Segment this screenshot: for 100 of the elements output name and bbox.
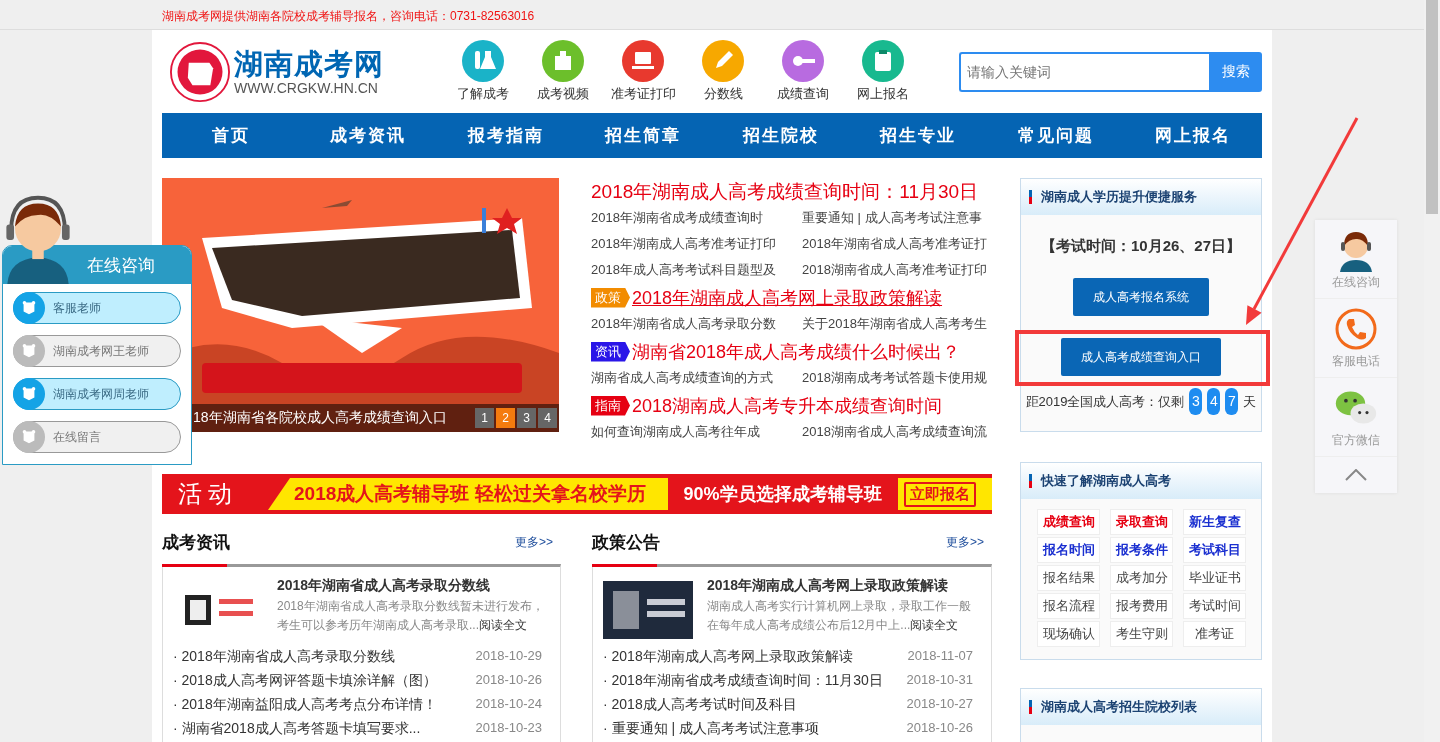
quick-link[interactable]: 报名结果 (1037, 565, 1100, 591)
more-link[interactable]: 更多>> (515, 533, 553, 551)
news-link[interactable]: 2018年成人高考考试科目题型及 (591, 257, 802, 283)
article-link[interactable]: · 2018成人高考网评答题卡填涂详解（图） (173, 668, 437, 692)
promo-banner[interactable]: 活动 2018成人高考辅导班 轻松过关拿名校学历 90%学员选择成考辅导班 立即报名 (162, 474, 992, 514)
article-link[interactable]: · 2018年湖南益阳成人高考考点分布详情！ (173, 692, 437, 716)
promo-tag: 活动 (162, 474, 268, 514)
news-link[interactable]: 重要通知 | 成人高考考试注意事 (802, 205, 992, 231)
site-url: WWW.CRGKW.HN.CN (234, 79, 379, 96)
phone-icon (1334, 306, 1378, 351)
more-link[interactable]: 更多>> (946, 533, 984, 551)
quick-link[interactable]: 现场确认 (1037, 621, 1100, 647)
panel-title: 快速了解湖南成人高考 (1041, 472, 1171, 490)
countdown-unit: 天 (1243, 392, 1257, 411)
article-link[interactable]: · 2018年湖南省成考成绩查询时间：11月30日 (603, 668, 883, 692)
agent-button[interactable]: 客服老师 (13, 292, 181, 324)
agent-button[interactable]: 湖南成考网王老师 (13, 335, 181, 367)
article-date: 2018-11-07 (907, 647, 973, 665)
quick-link[interactable]: 新生复查 (1183, 509, 1246, 535)
quick-link[interactable]: 报名流程 (1037, 593, 1100, 619)
news-link[interactable]: 2018年湖南成人高考准考证打印 (591, 231, 802, 257)
article-date: 2018-10-24 (475, 695, 542, 713)
avatar-icon (13, 335, 45, 367)
avatar-icon (13, 421, 45, 453)
nav-item[interactable]: 报考指南 (437, 113, 575, 158)
feature-summary: 2018年湖南省成人高考录取分数线暂未进行发布，考生可以参考历年湖南成人高考录取...阅读全文 (277, 598, 545, 634)
promo-text: 2018成人高考辅导班 轻松过关拿名校学历 (294, 482, 646, 506)
read-more-link[interactable]: 阅读全文 (910, 618, 959, 632)
service-button[interactable]: 成人高考成绩查询入口 (1061, 338, 1221, 376)
quick-link[interactable]: 报名时间 (1037, 537, 1100, 563)
news-link[interactable]: 如何查询湖南成人高考往年成 (591, 419, 802, 445)
agent-button[interactable]: 在线留言 (13, 421, 181, 453)
quick-link[interactable]: 考生守则 (1110, 621, 1173, 647)
read-more-link[interactable]: 阅读全文 (479, 618, 527, 632)
banner-caption[interactable]: 18年湖南省各院校成人高考成绩查询入口 (193, 409, 447, 427)
news-link[interactable]: 2018年湖南省成考成绩查询时 (591, 205, 802, 231)
shortcut-link[interactable]: 成绩查询 (763, 40, 843, 103)
news-link[interactable]: 2018年湖南省成人高考录取分数 (591, 311, 802, 337)
promo-slogan: 90%学员选择成考辅导班 (667, 478, 898, 510)
article-link[interactable]: · 湖南省2018成人高考答题卡填写要求... (173, 716, 421, 740)
headline-link[interactable]: 2018湖南成人高考专升本成绩查询时间 (632, 393, 943, 418)
article-date: 2018-10-26 (906, 719, 973, 737)
category-tag: 指南 (591, 395, 630, 416)
news-link[interactable]: 2018湖南省成人高考准考证打印 (802, 257, 992, 283)
chat-title: 在线咨询 (87, 254, 155, 277)
shortcut-link[interactable]: 了解成考 (443, 40, 523, 103)
headline-link[interactable]: 2018年湖南成人高考网上录取政策解读 (632, 285, 943, 310)
article-link[interactable]: · 2018年湖南成人高考网上录取政策解读 (603, 644, 853, 668)
shortcut-link[interactable]: 成考视频 (523, 40, 603, 103)
countdown-digit: 7 (1225, 388, 1239, 415)
article-link[interactable]: · 2018成人高考考试时间及科目 (603, 692, 797, 716)
nav-item[interactable]: 首页 (162, 113, 300, 158)
section-title: 成考资讯 (162, 531, 230, 554)
feature-title[interactable]: 2018年湖南成人高考网上录取政策解读 (707, 577, 981, 595)
headline-link[interactable]: 2018年湖南成人高考成绩查询时间：11月30日 (591, 178, 979, 205)
contact-notice: 湖南成考网提供湖南各院校成考辅导报名，咨询电话：0731-82563016 (162, 9, 535, 23)
quick-link[interactable]: 毕业证书 (1183, 565, 1246, 591)
news-link[interactable]: 2018年湖南省成人高考准考证打 (802, 231, 992, 257)
nav-item[interactable]: 招生简章 (574, 113, 712, 158)
promo-button[interactable]: 立即报名 (903, 481, 976, 507)
site-name[interactable]: 湖南成考网 (234, 47, 384, 80)
article-link[interactable]: · 重要通知 | 成人高考考试注意事项 (603, 716, 819, 740)
quick-link[interactable]: 报考条件 (1110, 537, 1173, 563)
agent-button[interactable]: 湖南成考网周老师 (13, 378, 181, 410)
shortcut-link[interactable]: 网上报名 (843, 40, 923, 103)
quick-link[interactable]: 成绩查询 (1037, 509, 1100, 535)
nav-item[interactable]: 招生专业 (849, 113, 987, 158)
avatar-icon (13, 292, 45, 324)
article-link[interactable]: · 2018年湖南省成人高考录取分数线 (173, 644, 395, 668)
article-date: 2018-10-26 (475, 671, 542, 689)
pager-button[interactable]: 3 (517, 408, 536, 428)
shortcut-link[interactable]: 分数线 (683, 40, 763, 103)
panel-title: 湖南成人学历提升便捷服务 (1041, 188, 1197, 206)
nav-item[interactable]: 常见问题 (987, 113, 1125, 158)
headline-link[interactable]: 湖南省2018年成人高考成绩什么时候出？ (632, 339, 961, 364)
news-link[interactable]: 关于2018年湖南省成人高考考生 (802, 311, 992, 337)
feature-title[interactable]: 2018年湖南省成人高考录取分数线 (277, 577, 550, 595)
nav-item[interactable]: 网上报名 (1124, 113, 1262, 158)
news-link[interactable]: 2018湖南省成人高考成绩查询流 (802, 419, 992, 445)
shortcut-link[interactable]: 准考证打印 (603, 40, 683, 103)
pager-button[interactable]: 1 (475, 408, 494, 428)
news-link[interactable]: 湖南省成人高考成绩查询的方式 (591, 365, 802, 391)
article-date: 2018-10-23 (475, 719, 542, 737)
search-field[interactable]: 请输入关键词 (959, 51, 1209, 92)
quick-link[interactable]: 报考费用 (1110, 593, 1173, 619)
quick-link[interactable]: 考试时间 (1183, 593, 1246, 619)
category-tag: 政策 (591, 287, 630, 308)
quick-link[interactable]: 考试科目 (1183, 537, 1246, 563)
service-button[interactable]: 成人高考报名系统 (1073, 278, 1209, 316)
logo-icon[interactable] (170, 41, 230, 102)
nav-item[interactable]: 招生院校 (712, 113, 850, 158)
pager-button[interactable]: 4 (538, 408, 557, 428)
quick-link[interactable]: 录取查询 (1110, 509, 1173, 535)
countdown-digit: 4 (1207, 388, 1221, 415)
back-to-top-icon[interactable] (1345, 469, 1367, 481)
nav-item[interactable]: 成考资讯 (299, 113, 437, 158)
article-date: 2018-10-31 (906, 671, 973, 689)
quick-link[interactable]: 准考证 (1183, 621, 1246, 647)
news-link[interactable]: 2018湖南成考考试答题卡使用规 (802, 365, 992, 391)
quick-link[interactable]: 成考加分 (1110, 565, 1173, 591)
